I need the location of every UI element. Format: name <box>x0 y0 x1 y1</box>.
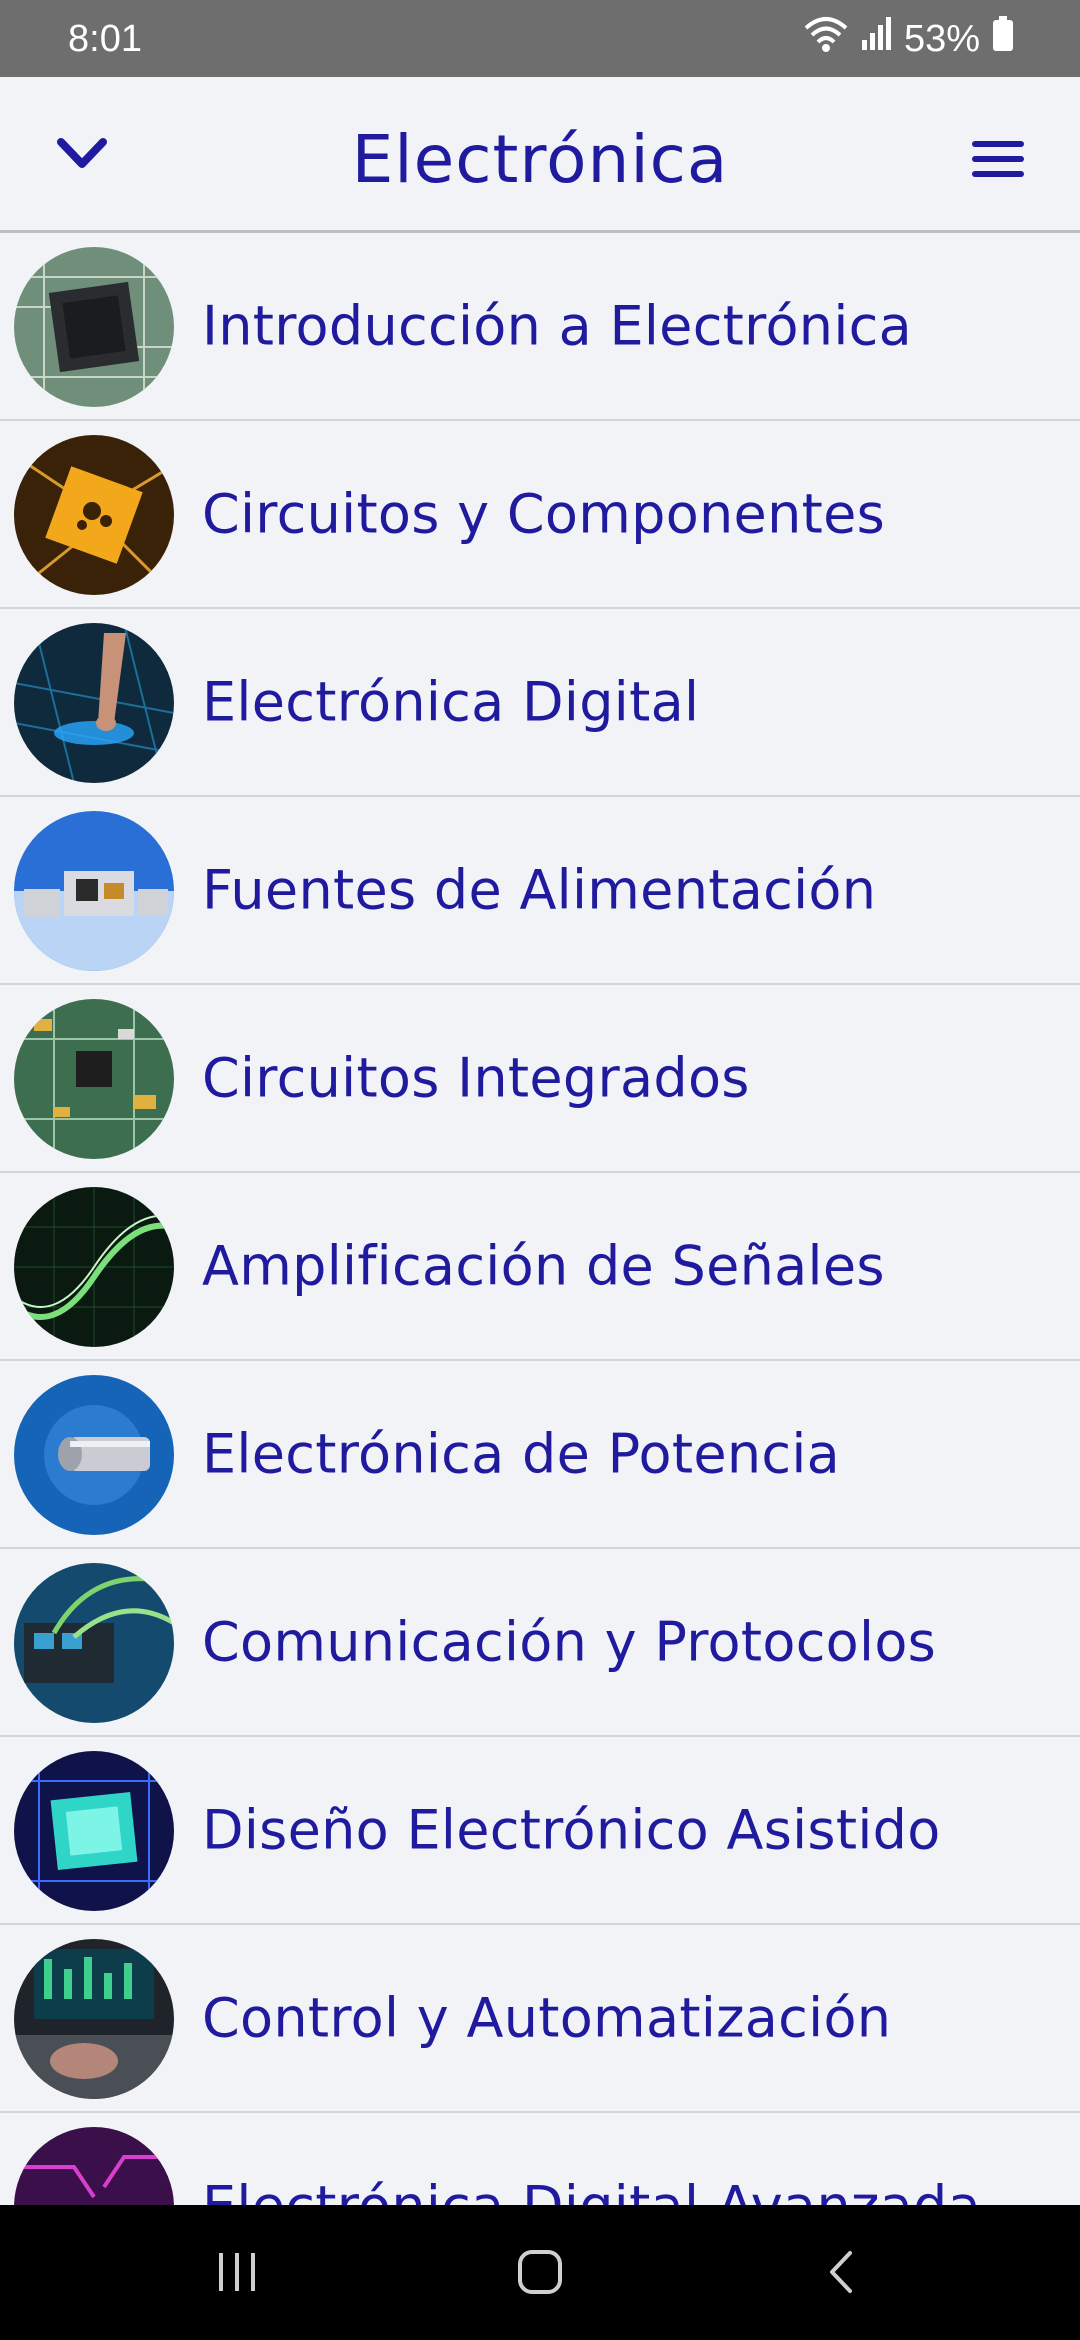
list-item-label: Comunicación y Protocolos <box>202 1610 937 1674</box>
wifi-icon <box>804 14 848 64</box>
microchip-image <box>14 247 174 407</box>
list-item-label: Electrónica Digital Avanzada <box>202 2175 981 2206</box>
list-item[interactable]: Fuentes de Alimentación <box>0 797 1080 985</box>
purple-circuit-image <box>14 2127 174 2205</box>
control-panel-image <box>14 1939 174 2099</box>
list-item[interactable]: Circuitos Integrados <box>0 985 1080 1173</box>
recent-apps-button[interactable] <box>197 2237 277 2307</box>
touch-circuit-image <box>14 623 174 783</box>
system-nav-bar <box>0 2205 1080 2340</box>
list-item[interactable]: Control y Automatización <box>0 1925 1080 2113</box>
power-supply-image <box>14 811 174 971</box>
list-item-label: Diseño Electrónico Asistido <box>202 1798 941 1862</box>
battery-icon <box>992 16 1014 62</box>
page-title: Electrónica <box>351 121 729 198</box>
list-item[interactable]: Amplificación de Señales <box>0 1173 1080 1361</box>
back-icon <box>830 2251 852 2293</box>
hamburger-menu-icon <box>972 141 1024 177</box>
status-icons: 53% <box>804 14 1014 64</box>
recent-apps-icon <box>219 2253 255 2291</box>
topic-list[interactable]: Introducción a Electrónica Circuitos y C… <box>0 233 1080 2205</box>
list-item-label: Introducción a Electrónica <box>202 294 913 358</box>
list-item[interactable]: Circuitos y Componentes <box>0 421 1080 609</box>
signal-icon <box>860 16 892 62</box>
list-item[interactable]: Comunicación y Protocolos <box>0 1549 1080 1737</box>
list-item[interactable]: Electrónica Digital Avanzada <box>0 2113 1080 2205</box>
signal-wave-image <box>14 1187 174 1347</box>
golden-circuit-image <box>14 435 174 595</box>
status-time: 8:01 <box>68 18 142 60</box>
back-button[interactable] <box>803 2237 883 2307</box>
list-item[interactable]: Electrónica de Potencia <box>0 1361 1080 1549</box>
network-cables-image <box>14 1563 174 1723</box>
list-item[interactable]: Introducción a Electrónica <box>0 233 1080 421</box>
battery-percent: 53% <box>903 17 980 60</box>
home-icon <box>518 2250 562 2294</box>
list-item-label: Circuitos y Componentes <box>202 482 886 546</box>
glowing-chip-image <box>14 1751 174 1911</box>
pcb-board-image <box>14 999 174 1159</box>
list-item-label: Amplificación de Señales <box>202 1234 885 1298</box>
list-item-label: Electrónica de Potencia <box>202 1422 841 1486</box>
menu-button[interactable] <box>970 137 1026 181</box>
list-item[interactable]: Electrónica Digital <box>0 609 1080 797</box>
home-button[interactable] <box>500 2237 580 2307</box>
list-item-label: Electrónica Digital <box>202 670 700 734</box>
list-item-label: Circuitos Integrados <box>202 1046 750 1110</box>
list-item-label: Control y Automatización <box>202 1986 892 2050</box>
app-header: Electrónica <box>0 77 1080 233</box>
list-item-label: Fuentes de Alimentación <box>202 858 877 922</box>
power-cylinder-image <box>14 1375 174 1535</box>
list-item[interactable]: Diseño Electrónico Asistido <box>0 1737 1080 1925</box>
status-bar: 8:01 53% <box>0 0 1080 77</box>
